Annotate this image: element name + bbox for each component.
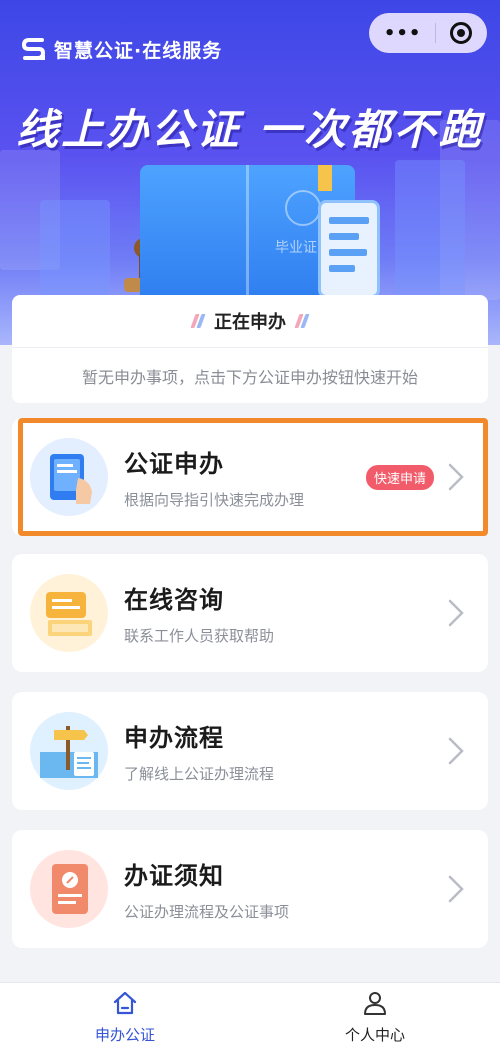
- book-label: 毕业证: [275, 240, 317, 256]
- miniprogram-capsule: •••: [369, 13, 487, 53]
- service-title: 在线咨询: [124, 586, 224, 614]
- brand-logo-icon: [20, 35, 48, 63]
- brand: 智慧公证·在线服务: [20, 35, 222, 63]
- decorative-block-right: [395, 160, 465, 300]
- service-application-process[interactable]: 申办流程 了解线上公证办理流程: [12, 692, 488, 810]
- in-progress-empty-text: 暂无申办事项，点击下方公证申办按钮快速开始: [81, 367, 418, 387]
- signpost-document-icon: [30, 712, 108, 790]
- capsule-divider: [435, 23, 437, 43]
- chevron-right-icon: [436, 737, 476, 765]
- brand-title: 智慧公证·在线服务: [54, 39, 223, 62]
- service-title: 申办流程: [124, 724, 224, 752]
- service-notarization-notice[interactable]: 办证须知 公证办理流程及公证事项: [12, 830, 488, 948]
- in-progress-card: 正在申办 暂无申办事项，点击下方公证申办按钮快速开始: [12, 295, 488, 403]
- home-icon: [112, 990, 138, 1020]
- in-progress-header: 正在申办: [12, 295, 488, 348]
- tab-personal-center[interactable]: 个人中心: [250, 983, 500, 1051]
- chevron-right-icon: [436, 463, 476, 491]
- tablet-hand-icon: [30, 438, 108, 516]
- in-progress-title: 正在申办: [214, 312, 286, 333]
- service-online-consultation[interactable]: 在线咨询 联系工作人员获取帮助: [12, 554, 488, 672]
- chevron-right-icon: [436, 875, 476, 903]
- service-subtitle: 根据向导指引快速完成办理: [124, 491, 305, 509]
- service-subtitle: 公证办理流程及公证事项: [124, 903, 290, 921]
- tab-label: 个人中心: [344, 1025, 405, 1044]
- header-banner: 智慧公证·在线服务 ••• 线上办公证 一次都不跑 毕业证: [0, 0, 500, 345]
- service-subtitle: 了解线上公证办理流程: [124, 765, 275, 783]
- notice-document-icon: [30, 850, 108, 928]
- phone-illustration: [318, 200, 380, 298]
- service-subtitle: 联系工作人员获取帮助: [124, 627, 275, 645]
- quick-apply-badge: 快速申请: [365, 464, 434, 490]
- service-title: 办证须知: [124, 862, 224, 890]
- chat-laptop-icon: [30, 574, 108, 652]
- banner-slogan: 线上办公证 一次都不跑: [16, 105, 484, 154]
- more-dots-icon[interactable]: •••: [384, 23, 422, 44]
- service-apply-notarization[interactable]: 公证申办 根据向导指引快速完成办理 快速申请: [12, 418, 488, 536]
- service-title: 公证申办: [124, 450, 224, 478]
- tab-label: 申办公证: [94, 1025, 155, 1044]
- chevron-right-icon: [436, 599, 476, 627]
- bottom-tabbar: 申办公证 个人中心: [0, 982, 500, 1051]
- decorative-block-left: [40, 200, 110, 295]
- user-icon: [362, 990, 388, 1020]
- tab-apply-notarization[interactable]: 申办公证: [0, 983, 250, 1051]
- close-target-icon[interactable]: [450, 22, 473, 44]
